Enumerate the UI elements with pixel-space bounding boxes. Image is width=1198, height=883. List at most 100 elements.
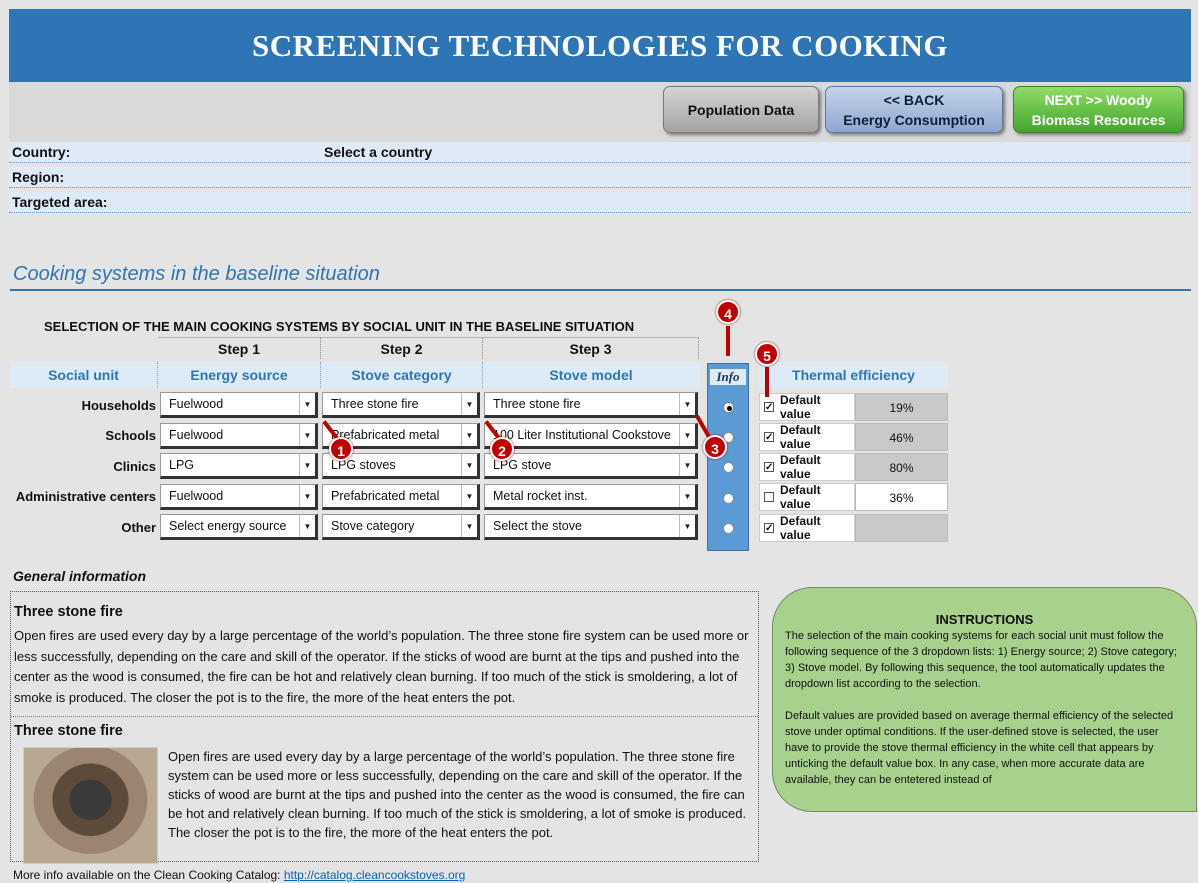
efficiency-input[interactable]: 36% — [855, 483, 948, 511]
dropdown-value: Prefabricated metal — [331, 488, 440, 503]
next-woody-biomass-button[interactable]: NEXT >> Woody Biomass Resources — [1013, 86, 1184, 133]
step-1-label: Step 1 — [158, 337, 321, 359]
energy-source-header: Energy source — [158, 362, 321, 388]
three-stone-fire-photo — [23, 747, 158, 864]
info-paragraph: Open fires are used every day by a large… — [14, 628, 749, 705]
checkmark-icon[interactable]: ✓ — [764, 402, 774, 413]
energy-source-dropdown[interactable]: Fuelwood ▼ — [160, 392, 318, 419]
dropdown-arrow-icon[interactable]: ▼ — [299, 423, 315, 446]
energy-source-dropdown[interactable]: LPG ▼ — [160, 453, 318, 480]
default-value-checkbox[interactable]: ✓ Default value — [759, 514, 855, 542]
info-radio-other[interactable] — [723, 523, 734, 534]
dropdown-value: Fuelwood — [169, 427, 224, 442]
dropdown-arrow-icon[interactable]: ▼ — [299, 454, 315, 477]
stove-category-dropdown[interactable]: Stove category ▼ — [322, 514, 480, 541]
dropdown-value: 100 Liter Institutional Cookstove — [493, 427, 671, 442]
checkmark-icon[interactable]: ✓ — [764, 432, 774, 443]
marker-arrow — [726, 326, 730, 356]
thermal-row: ✓ Default value — [759, 514, 948, 542]
dropdown-arrow-icon[interactable]: ▼ — [299, 515, 315, 538]
dropdown-value: Select energy source — [169, 519, 287, 534]
checkbox-label: Default value — [780, 423, 821, 451]
more-info-text: More info available on the Clean Cooking… — [13, 868, 284, 882]
stove-model-dropdown[interactable]: Metal rocket inst. ▼ — [484, 483, 698, 510]
thermal-row: Default value 36% — [759, 483, 948, 511]
marker-3: 3 — [703, 435, 727, 459]
dropdown-value: Three stone fire — [331, 397, 419, 412]
table-row: Administrative centers Fuelwood ▼ Prefabr… — [10, 482, 698, 513]
dropdown-arrow-icon[interactable]: ▼ — [461, 484, 477, 507]
table-row: Clinics LPG ▼ LPG stoves ▼ LPG stove ▼ — [10, 451, 698, 482]
section-divider — [10, 289, 1191, 291]
dropdown-arrow-icon[interactable]: ▼ — [679, 484, 695, 507]
targeted-area-label: Targeted area: — [12, 194, 108, 210]
dropdown-arrow-icon[interactable]: ▼ — [679, 423, 695, 446]
default-value-checkbox[interactable]: ✓ Default value — [759, 423, 855, 451]
info-radio-households[interactable] — [723, 402, 734, 413]
dropdown-arrow-icon[interactable]: ▼ — [679, 515, 695, 538]
marker-arrow — [765, 367, 769, 397]
back-label-line2: Energy Consumption — [843, 111, 985, 128]
dropdown-arrow-icon[interactable]: ▼ — [299, 484, 315, 507]
info-radio-clinics[interactable] — [723, 462, 734, 473]
info-radio-administrative[interactable] — [723, 493, 734, 504]
population-data-button[interactable]: Population Data — [663, 86, 819, 133]
stove-category-dropdown[interactable]: Three stone fire ▼ — [322, 392, 480, 419]
social-unit-label: Other — [121, 519, 156, 535]
default-value-checkbox[interactable]: ✓ Default value — [759, 393, 855, 421]
social-unit-label: Households — [81, 397, 156, 413]
marker-4: 4 — [716, 300, 740, 324]
page-title: SCREENING TECHNOLOGIES FOR COOKING — [9, 9, 1191, 82]
info-heading: Three stone fire — [14, 723, 123, 739]
thermal-row: ✓ Default value 19% — [759, 393, 948, 421]
back-label-line1: << BACK — [883, 91, 945, 108]
stove-model-dropdown[interactable]: 100 Liter Institutional Cookstove ▼ — [484, 422, 698, 449]
stove-category-dropdown[interactable]: Prefabricated metal ▼ — [322, 483, 480, 510]
default-value-checkbox[interactable]: ✓ Default value — [759, 453, 855, 481]
default-value-checkbox[interactable]: Default value — [759, 483, 855, 511]
back-energy-consumption-button[interactable]: << BACK Energy Consumption — [825, 86, 1003, 133]
dropdown-arrow-icon[interactable]: ▼ — [299, 393, 315, 416]
dropdown-arrow-icon[interactable]: ▼ — [679, 393, 695, 416]
section-title: Cooking systems in the baseline situatio… — [13, 263, 380, 285]
catalog-link[interactable]: http://catalog.cleancookstoves.org — [284, 868, 465, 882]
column-headers: Social unit Energy source Stove category… — [10, 362, 700, 388]
selection-title: SELECTION OF THE MAIN COOKING SYSTEMS BY… — [44, 319, 635, 334]
instructions-paragraph: Default values are provided based on ave… — [785, 710, 1174, 786]
stove-model-dropdown[interactable]: Three stone fire ▼ — [484, 392, 698, 419]
info-paragraph: Open fires are used every day by a large… — [168, 749, 747, 840]
dropdown-value: Fuelwood — [169, 397, 224, 412]
dropdown-arrow-icon[interactable]: ▼ — [461, 515, 477, 538]
checkmark-icon[interactable]: ✓ — [764, 462, 774, 473]
checkbox-label: Default value — [780, 514, 821, 542]
country-row: Country: Select a country — [9, 142, 1191, 163]
checkmark-icon[interactable]: ✓ — [764, 523, 774, 534]
dropdown-arrow-icon[interactable]: ▼ — [461, 454, 477, 477]
table-row: Other Select energy source ▼ Stove catego… — [10, 512, 698, 543]
info-detail: Open fires are used every day by a large… — [11, 739, 758, 864]
energy-source-dropdown[interactable]: Select energy source ▼ — [160, 514, 318, 541]
unchecked-box-icon[interactable] — [764, 492, 774, 502]
dropdown-arrow-icon[interactable]: ▼ — [461, 423, 477, 446]
stove-model-dropdown[interactable]: LPG stove ▼ — [484, 453, 698, 480]
stove-model-dropdown[interactable]: Select the stove ▼ — [484, 514, 698, 541]
next-label-line1: NEXT >> Woody — [1044, 91, 1153, 108]
country-label: Country: — [12, 144, 71, 160]
instructions-panel: INSTRUCTIONS The selection of the main c… — [772, 587, 1197, 812]
checkbox-label: Default value — [780, 453, 821, 481]
region-row: Region: — [9, 167, 1191, 188]
step-3-label: Step 3 — [483, 337, 699, 359]
stove-category-header: Stove category — [321, 362, 483, 388]
info-heading: Three stone fire — [14, 604, 123, 620]
energy-source-dropdown[interactable]: Fuelwood ▼ — [160, 483, 318, 510]
stove-model-header: Stove model — [549, 367, 633, 383]
social-unit-label: Schools — [105, 428, 156, 444]
instructions-paragraph: The selection of the main cooking system… — [785, 630, 1177, 690]
energy-source-dropdown[interactable]: Fuelwood ▼ — [160, 422, 318, 449]
country-select[interactable]: Select a country — [324, 144, 432, 160]
dropdown-arrow-icon[interactable]: ▼ — [461, 393, 477, 416]
efficiency-value: 46% — [855, 423, 948, 451]
marker-5: 5 — [755, 342, 779, 366]
dropdown-arrow-icon[interactable]: ▼ — [679, 454, 695, 477]
efficiency-value: 19% — [855, 393, 948, 421]
